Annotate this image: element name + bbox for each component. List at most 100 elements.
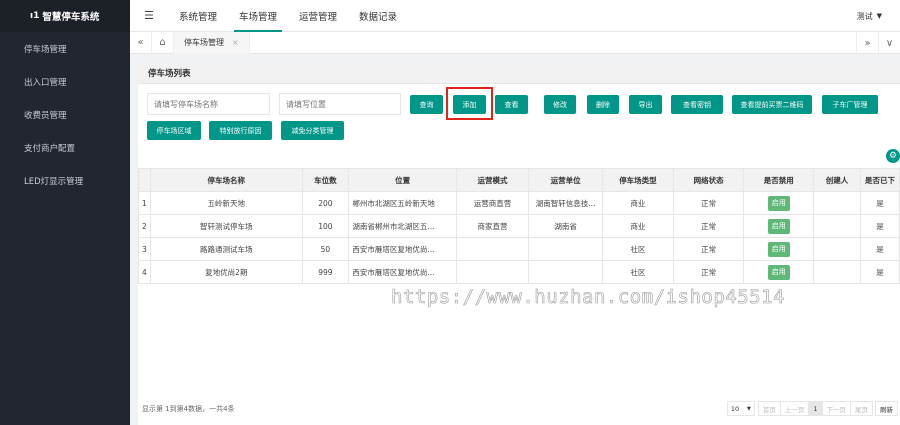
- home-icon[interactable]: ⌂: [152, 31, 174, 54]
- cell-location: 西安市雁塔区复地优尚...: [348, 260, 457, 284]
- view-key-button[interactable]: 查看密钥: [671, 95, 723, 114]
- cell-name: 五岭新天地: [149, 191, 303, 215]
- col-header[interactable]: 是否禁用: [743, 168, 815, 192]
- enable-button[interactable]: 启用: [767, 241, 790, 257]
- user-menu[interactable]: 测试 ▼: [857, 0, 882, 32]
- page-size-select[interactable]: 10 ▼: [726, 401, 755, 416]
- sidebar-item-payment-merchants[interactable]: 支付商户配置: [0, 131, 130, 164]
- lot-area-button[interactable]: 停车场区域: [147, 121, 201, 140]
- cell-name: 智轩测试停车场: [149, 214, 303, 238]
- row-index: 4: [138, 260, 151, 284]
- tab-lot-management[interactable]: 车场管理: [228, 0, 288, 32]
- location-search-input[interactable]: [279, 93, 401, 115]
- query-button[interactable]: 查询: [410, 95, 443, 114]
- cell-spaces: 50: [301, 237, 350, 261]
- delete-button[interactable]: 删除: [587, 95, 619, 114]
- cell-spaces: 200: [301, 191, 350, 215]
- prev-page-button[interactable]: 上一页: [779, 401, 810, 416]
- lot-name-search-input[interactable]: [147, 93, 270, 115]
- pagination: 10 ▼ 首页 上一页 1 下一页 尾页 刷新: [726, 401, 898, 416]
- cell-type: 商业: [602, 191, 674, 215]
- logo-icon: ı1: [30, 11, 40, 21]
- cell-spaces: 100: [301, 214, 350, 238]
- sidebar-item-toll-collectors[interactable]: 收费员管理: [0, 98, 130, 131]
- tabs-more-icon[interactable]: ∨: [878, 32, 900, 54]
- parking-lot-table: 停车场名称 车位数 位置 运营模式 运营单位 停车场类型 网络状态 是否禁用 创…: [138, 168, 900, 284]
- col-header[interactable]: 车位数: [301, 168, 350, 192]
- col-index: [138, 168, 151, 192]
- col-header[interactable]: 运营模式: [455, 168, 530, 192]
- menu-toggle-icon[interactable]: ☰: [144, 9, 168, 22]
- panel-title: 停车场列表: [138, 62, 900, 84]
- pagination-info: 显示第 1到第4数据，一共4条: [142, 405, 235, 413]
- sub-lot-button[interactable]: 子车厂管理: [822, 95, 878, 114]
- cell-location: 湖南省郴州市北湖区五...: [348, 214, 457, 238]
- tabs-prev-icon[interactable]: «: [130, 31, 152, 54]
- close-icon[interactable]: ×: [232, 38, 239, 47]
- cell-creator: [813, 260, 861, 284]
- col-header[interactable]: 创建人: [813, 168, 861, 192]
- cell-creator: [813, 237, 861, 261]
- special-release-button[interactable]: 特别放行原因: [209, 121, 272, 140]
- gear-icon[interactable]: ⚙: [886, 149, 900, 163]
- enable-button[interactable]: 启用: [767, 218, 790, 234]
- cell-net: 正常: [672, 260, 745, 284]
- tab-operation-management[interactable]: 运营管理: [288, 0, 348, 32]
- cell-offline: 是: [859, 191, 900, 215]
- add-button-highlight: [446, 87, 493, 120]
- table-row[interactable]: 3 路路通测试车场 50 西安市雁塔区复地优尚... 社区 正常 启用 是: [138, 237, 900, 261]
- top-header: ☰ 系统管理 车场管理 运营管理 数据记录 测试 ▼: [130, 0, 900, 32]
- cell-unit: [528, 237, 604, 261]
- refresh-button[interactable]: 刷新: [875, 401, 898, 416]
- next-page-button[interactable]: 下一页: [821, 401, 851, 416]
- cell-mode: 运营商直营: [455, 191, 530, 215]
- sidebar-item-led-display[interactable]: LED灯显示管理: [0, 164, 130, 197]
- table-row[interactable]: 1 五岭新天地 200 郴州市北湖区五岭新天地 运营商直营 湖南智轩信息技...…: [138, 191, 900, 215]
- current-page-button[interactable]: 1: [808, 401, 823, 416]
- col-header[interactable]: 是否已下: [859, 168, 900, 192]
- cell-location: 郴州市北湖区五岭新天地: [348, 191, 457, 215]
- sidebar-item-parking-lots[interactable]: 停车场管理: [0, 32, 130, 65]
- cell-disabled: 启用: [743, 237, 815, 261]
- cell-net: 正常: [672, 237, 745, 261]
- cell-mode: [455, 260, 530, 284]
- row-index: 3: [138, 237, 151, 261]
- parking-list-panel: 停车场列表 查询 添加 查看 修改 删除 导出 查看密钥 查看提前买票二维码 子…: [138, 62, 900, 425]
- tab-system-management[interactable]: 系统管理: [168, 0, 228, 32]
- cell-mode: [455, 237, 530, 261]
- cell-unit: 湖南智轩信息技...: [528, 191, 604, 215]
- tab-data-records[interactable]: 数据记录: [348, 0, 408, 32]
- sidebar-item-entrances[interactable]: 出入口管理: [0, 65, 130, 98]
- page-tab-parking-lots[interactable]: 停车场管理 ×: [174, 31, 250, 54]
- col-header[interactable]: 位置: [348, 168, 457, 192]
- enable-button[interactable]: 启用: [767, 195, 790, 211]
- page-tabbar: « ⌂ 停车场管理 × » ∨: [130, 31, 900, 54]
- cell-creator: [813, 214, 861, 238]
- col-header[interactable]: 停车场类型: [602, 168, 674, 192]
- cell-net: 正常: [672, 214, 745, 238]
- cell-type: 社区: [602, 237, 674, 261]
- col-header[interactable]: 网络状态: [672, 168, 745, 192]
- enable-button[interactable]: 启用: [767, 264, 790, 280]
- cell-type: 商业: [602, 214, 674, 238]
- first-page-button[interactable]: 首页: [757, 401, 781, 416]
- cell-offline: 是: [859, 260, 900, 284]
- sidebar: ı1 智慧停车系统 停车场管理 出入口管理 收费员管理 支付商户配置 LED灯显…: [0, 0, 130, 425]
- export-button[interactable]: 导出: [629, 95, 662, 114]
- cell-name: 路路通测试车场: [149, 237, 303, 261]
- col-header[interactable]: 停车场名称: [149, 168, 303, 192]
- view-button[interactable]: 查看: [495, 95, 528, 114]
- view-qr-button[interactable]: 查看提前买票二维码: [732, 95, 812, 114]
- last-page-button[interactable]: 尾页: [850, 401, 873, 416]
- col-header[interactable]: 运营单位: [528, 168, 604, 192]
- cell-disabled: 启用: [743, 260, 815, 284]
- row-index: 1: [138, 191, 151, 215]
- table-row[interactable]: 4 复地优尚2期 999 西安市雁塔区复地优尚... 社区 正常 启用 是: [138, 260, 900, 284]
- cell-disabled: 启用: [743, 214, 815, 238]
- edit-button[interactable]: 修改: [544, 95, 576, 114]
- watermark-text: https://www.huzhan.com/ishop45514: [391, 286, 785, 309]
- tabs-next-icon[interactable]: »: [856, 32, 878, 54]
- cell-name: 复地优尚2期: [149, 260, 303, 284]
- table-row[interactable]: 2 智轩测试停车场 100 湖南省郴州市北湖区五... 商家直营 湖南省 商业 …: [138, 214, 900, 238]
- discount-category-button[interactable]: 减免分类管理: [281, 121, 344, 140]
